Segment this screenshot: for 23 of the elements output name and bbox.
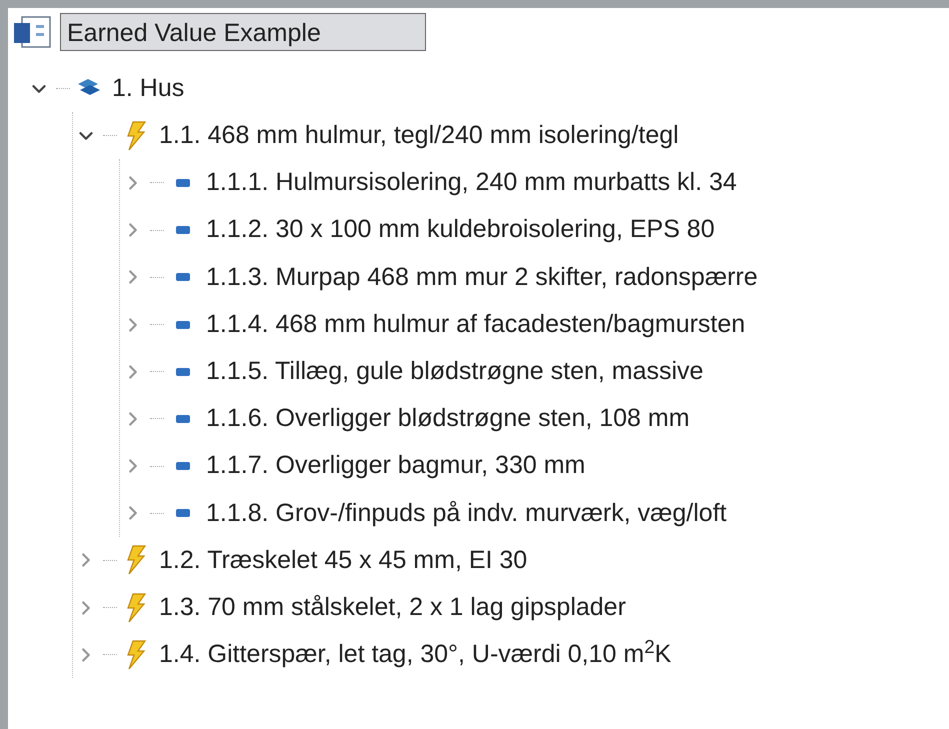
item-icon bbox=[176, 273, 190, 282]
item-icon bbox=[176, 178, 190, 187]
item-icon bbox=[176, 462, 190, 470]
tree-item[interactable]: 1.1. 468 mm hulmur, tegl/240 mm isolering/tegl bbox=[159, 117, 679, 155]
tree-item[interactable]: 1.1.6. Overligger blødstrøgne sten, 108 mm bbox=[206, 400, 690, 438]
tree-item[interactable]: 1. Hus bbox=[112, 70, 184, 108]
project-title[interactable]: Earned Value Example bbox=[60, 13, 426, 51]
item-icon bbox=[176, 509, 190, 518]
tree-item[interactable]: 1.1.1. Hulmursisolering, 240 mm murbatts kl. 34 bbox=[206, 164, 737, 202]
project-icon bbox=[12, 15, 52, 49]
tree-item[interactable]: 1.1.4. 468 mm hulmur af facadesten/bagmursten bbox=[206, 306, 746, 344]
item-icon bbox=[176, 368, 190, 376]
tree-item[interactable]: 1.1.3. Murpap 468 mm mur 2 skifter, radonspærre bbox=[206, 258, 758, 296]
item-icon bbox=[176, 320, 190, 329]
item-icon bbox=[176, 414, 190, 423]
tree-item[interactable]: 1.1.2. 30 x 100 mm kuldebroisolering, EPS 80 bbox=[206, 211, 715, 249]
item-icon bbox=[176, 226, 190, 234]
tree-item[interactable]: 1.1.5. Tillæg, gule blødstrøgne sten, massive bbox=[206, 352, 704, 390]
tree-item[interactable]: 1.1.7. Overligger bagmur, 330 mm bbox=[206, 447, 586, 485]
tree-item[interactable]: 1.2. Træskelet 45 x 45 mm, EI 30 bbox=[159, 542, 528, 580]
tree-item[interactable]: 1.1.8. Grov-/finpuds på indv. murværk, væg/loft bbox=[206, 494, 727, 532]
tree-item[interactable]: 1.4. Gitterspær, let tag, 30°, U-værdi 0,10 m$^{2}$K bbox=[159, 636, 672, 674]
tree-item[interactable]: 1.3. 70 mm stålskelet, 2 x 1 lag gipsplader bbox=[159, 588, 626, 626]
